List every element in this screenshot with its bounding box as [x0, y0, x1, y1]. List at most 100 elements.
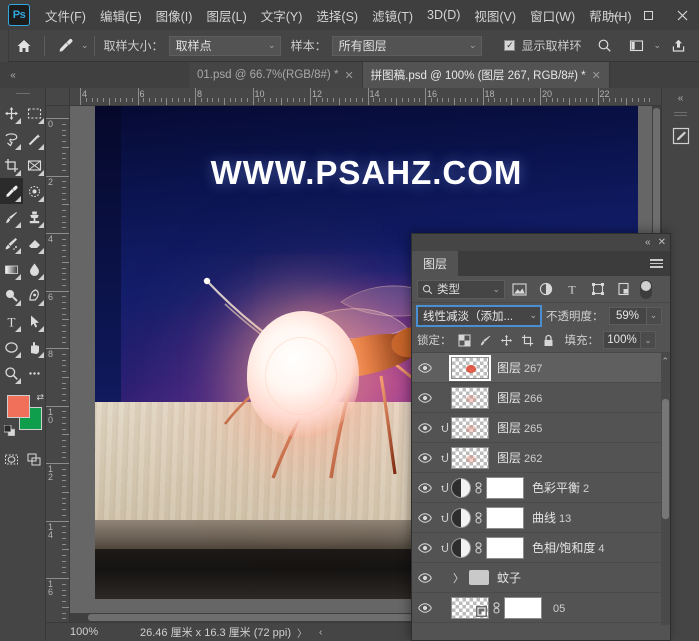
filter-type-icon[interactable]: T — [560, 280, 583, 299]
zoom-level[interactable]: 100% — [46, 626, 140, 638]
frame-tool[interactable] — [23, 152, 46, 178]
home-icon[interactable] — [9, 31, 39, 61]
filter-adjustment-icon[interactable] — [534, 280, 557, 299]
layer-mask-thumbnail[interactable] — [486, 536, 524, 559]
layer-thumbnail[interactable] — [451, 386, 489, 409]
menu-image[interactable]: 图像(I) — [149, 2, 200, 29]
menu-select[interactable]: 选择(S) — [309, 2, 365, 29]
tool-preset-chevron-icon[interactable]: ⌄ — [81, 40, 89, 51]
show-sampling-ring-checkbox[interactable]: ✓ — [504, 40, 516, 51]
table-row[interactable]: 05 — [412, 593, 670, 623]
table-row[interactable]: 图层 266 — [412, 383, 670, 413]
layer-name[interactable]: 图层 262 — [489, 449, 542, 466]
foreground-color-swatch[interactable] — [7, 395, 30, 418]
layers-list[interactable]: 图层 267 图层 266 图层 265 图层 262 色彩平衡 2 曲线 13 色相/饱和度 4 〉 蚊子 0… — [412, 353, 670, 625]
move-tool[interactable] — [0, 100, 23, 126]
properties-icon[interactable] — [662, 120, 699, 152]
history-brush-tool[interactable] — [0, 230, 23, 256]
opacity-stepper[interactable]: ⌄ — [646, 306, 662, 325]
close-icon[interactable]: ✕ — [658, 237, 666, 248]
eye-icon[interactable] — [412, 383, 438, 413]
menu-filter[interactable]: 滤镜(T) — [365, 2, 420, 29]
hand-tool[interactable] — [23, 334, 46, 360]
table-row[interactable]: 图层 267 — [412, 353, 670, 383]
filter-enable-toggle[interactable] — [640, 279, 652, 299]
workspace-icon[interactable] — [621, 31, 651, 61]
link-icon[interactable] — [471, 511, 486, 524]
layer-thumbnail[interactable] — [449, 354, 491, 381]
eye-icon[interactable] — [412, 443, 438, 473]
menu-layer[interactable]: 图层(L) — [199, 2, 253, 29]
fill-stepper[interactable]: ⌄ — [641, 331, 656, 349]
filter-shape-icon[interactable] — [586, 280, 609, 299]
layer-name[interactable]: 图层 267 — [489, 359, 542, 376]
menu-file[interactable]: 文件(F) — [38, 2, 93, 29]
layer-thumbnail[interactable] — [451, 537, 471, 558]
status-collapse-icon[interactable]: ‹ — [313, 627, 328, 638]
path-selection-tool[interactable] — [23, 308, 46, 334]
status-expand-icon[interactable]: 〉 — [291, 625, 313, 640]
eye-icon[interactable] — [412, 473, 438, 503]
sample-size-select[interactable]: 取样点 ⌄ — [168, 35, 281, 56]
eye-icon[interactable] — [412, 563, 438, 593]
marquee-tool[interactable] — [23, 100, 46, 126]
blend-mode-select[interactable]: 线性减淡（添加... ⌄ — [416, 304, 542, 327]
layer-name[interactable]: 曲线 13 — [524, 509, 571, 526]
close-icon[interactable]: ✕ — [592, 69, 601, 82]
tab-layers[interactable]: 图层 — [412, 251, 459, 276]
lock-artboard-icon[interactable] — [519, 331, 536, 349]
layer-name[interactable]: 色相/饱和度 4 — [524, 539, 604, 556]
table-row[interactable]: 〉 蚊子 — [412, 563, 670, 593]
layer-name[interactable]: 色彩平衡 2 — [524, 479, 589, 496]
eye-icon[interactable] — [412, 503, 438, 533]
document-tab-01[interactable]: 01.psd @ 66.7%(RGB/8#) * ✕ — [189, 62, 363, 88]
menu-3d[interactable]: 3D(D) — [420, 4, 467, 26]
shape-tool[interactable] — [0, 334, 23, 360]
type-tool[interactable]: T — [0, 308, 23, 334]
share-icon[interactable] — [663, 31, 693, 61]
link-icon[interactable] — [471, 481, 486, 494]
blur-tool[interactable] — [23, 256, 46, 282]
magic-wand-tool[interactable] — [23, 126, 46, 152]
link-icon[interactable] — [471, 541, 486, 554]
layer-name[interactable]: 蚊子 — [489, 569, 521, 586]
close-button[interactable] — [665, 0, 699, 30]
eye-icon[interactable] — [412, 413, 438, 443]
menu-window[interactable]: 窗口(W) — [523, 2, 582, 29]
layer-thumbnail[interactable] — [451, 477, 471, 498]
eraser-tool[interactable] — [23, 230, 46, 256]
lock-image-icon[interactable] — [477, 331, 494, 349]
toolbar-grip[interactable] — [0, 88, 45, 98]
filter-smartobject-icon[interactable] — [612, 280, 635, 299]
search-icon[interactable] — [589, 31, 619, 61]
vertical-ruler[interactable]: 0 2 4 6 8 10 12 14 16 — [46, 106, 70, 622]
zoom-tool[interactable] — [0, 360, 23, 386]
right-dock-grip[interactable] — [662, 108, 699, 120]
filter-type-select[interactable]: 类型 ⌄ — [417, 279, 505, 299]
layer-thumbnail[interactable] — [451, 596, 489, 619]
crop-tool[interactable] — [0, 152, 23, 178]
scrollbar-thumb[interactable] — [662, 399, 669, 519]
layers-panel-titlebar[interactable]: « ✕ — [412, 234, 670, 251]
opacity-value[interactable]: 59% — [608, 306, 647, 325]
table-row[interactable]: 色相/饱和度 4 — [412, 533, 670, 563]
more-tools[interactable] — [23, 360, 46, 386]
table-row[interactable]: 图层 262 — [412, 443, 670, 473]
chevron-right-icon[interactable]: 〉 — [451, 570, 469, 586]
table-row[interactable]: 曲线 13 — [412, 503, 670, 533]
eye-icon[interactable] — [412, 533, 438, 563]
default-colors-icon[interactable] — [3, 423, 16, 437]
sample-select[interactable]: 所有图层 ⌄ — [331, 35, 482, 56]
filter-pixel-icon[interactable] — [508, 280, 531, 299]
gradient-tool[interactable] — [0, 256, 23, 282]
link-icon[interactable] — [489, 601, 504, 614]
minimize-button[interactable] — [597, 0, 631, 30]
options-bar-grip[interactable] — [0, 29, 9, 62]
lock-position-icon[interactable] — [498, 331, 515, 349]
eyedropper-tool[interactable] — [0, 178, 23, 204]
fill-value[interactable]: 100% — [603, 331, 641, 349]
horizontal-ruler[interactable]: 4 6 8 10 12 14 16 18 20 22 — [70, 88, 661, 106]
screen-mode-icon[interactable] — [23, 446, 46, 472]
eyedropper-icon[interactable] — [50, 31, 80, 61]
layer-thumbnail[interactable] — [451, 446, 489, 469]
